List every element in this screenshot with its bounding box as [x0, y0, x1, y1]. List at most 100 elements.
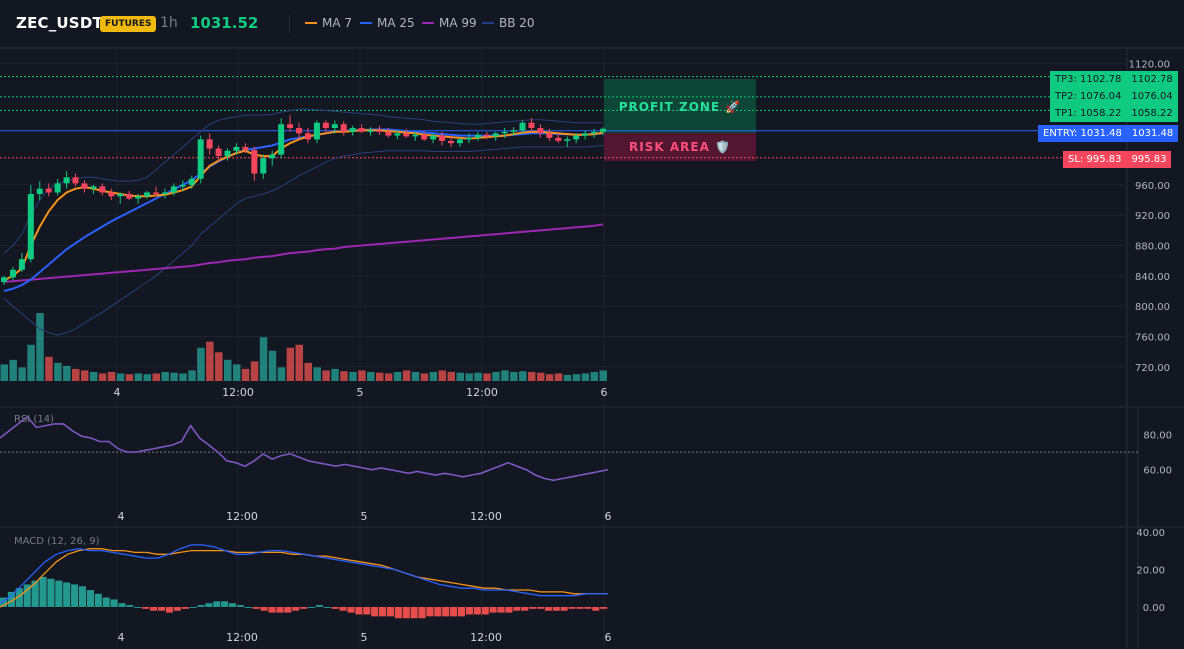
macd-hist-bar [165, 606, 173, 613]
risk-area-label: RISK AREA 🛡️ [629, 140, 731, 154]
candle-body [394, 133, 401, 136]
macd-hist-bar [236, 605, 244, 607]
candle-body [385, 131, 392, 136]
time-tick-label: 12:00 [470, 631, 502, 644]
candle-body [206, 139, 213, 149]
macd-hist-bar [86, 590, 94, 607]
time-tick-label: 12:00 [226, 631, 258, 644]
candle-body [367, 130, 374, 132]
price-tick-label: 920.00 [1135, 211, 1170, 222]
macd-hist-bar [47, 578, 55, 607]
volume-bar [197, 347, 205, 381]
rsi-tick-label: 60.00 [1143, 466, 1172, 477]
candle-body [474, 134, 481, 138]
candle-body [54, 183, 61, 193]
candle-body [36, 188, 43, 194]
candle-body [179, 184, 186, 187]
volume-bar [393, 371, 402, 381]
candle-body [161, 192, 168, 194]
sl-tag: SL: 995.83 995.83 [1063, 151, 1172, 168]
macd-hist-bar [323, 606, 331, 608]
volume-bar [456, 372, 464, 381]
candle-body [251, 150, 258, 174]
volume-bar [447, 371, 456, 381]
candle-body [600, 128, 606, 132]
candle-body [573, 135, 580, 140]
price-tick-label: 760.00 [1135, 333, 1170, 344]
candle-body [224, 150, 231, 157]
candle-body [117, 193, 124, 197]
tp3-tag: TP3: 1102.78 1102.78 [1050, 71, 1178, 88]
volume-bar [384, 373, 393, 381]
volume-bar [27, 344, 35, 381]
entry-tag: ENTRY: 1031.48 1031.48 [1038, 125, 1179, 142]
time-tick-label: 12:00 [466, 386, 498, 399]
macd-hist-bar [307, 606, 316, 608]
volume-bar [581, 373, 590, 381]
time-tick-label: 5 [361, 510, 368, 523]
volume-bar [411, 371, 420, 381]
volume-bar [375, 372, 384, 381]
volume-bar [286, 347, 295, 381]
volume-bar [170, 372, 178, 381]
macd-hist-bar [244, 606, 252, 608]
candle-body [45, 188, 52, 193]
macd-hist-bar [410, 606, 418, 619]
volume-bar [599, 370, 607, 381]
time-tick-label: 4 [114, 386, 121, 399]
candle-body [72, 177, 79, 184]
candle-body [63, 177, 70, 184]
volume-bar [358, 370, 366, 381]
candle-body [170, 186, 177, 193]
candle-body [9, 269, 16, 278]
macd-hist-bar [221, 601, 229, 607]
macd-hist-bar [363, 606, 371, 615]
candle-body [582, 133, 589, 136]
macd-hist-bar [457, 606, 466, 617]
candle-body [546, 133, 553, 138]
macd-hist-bar [552, 606, 560, 611]
volume-bar [501, 370, 509, 381]
chart-canvas[interactable]: 1120.00 960.00 920.00 880.00 840.00 800.00 760… [0, 0, 1184, 649]
ma99-line [3, 223, 604, 283]
macd-hist-bar [394, 606, 402, 619]
macd-hist-bar [150, 606, 158, 611]
macd-hist-bar [276, 606, 284, 613]
rsi-line [0, 415, 609, 482]
macd-hist-bar [371, 606, 379, 617]
macd-hist-bar [505, 606, 513, 613]
macd-hist-bar [213, 601, 221, 607]
volume-bar [224, 359, 232, 381]
volume-bar [536, 372, 545, 381]
price-tick-label: 840.00 [1135, 272, 1170, 283]
macd-hist-bar [481, 606, 489, 615]
volume-bar [72, 368, 80, 381]
volume-bar [402, 370, 411, 381]
macd-hist-bar [473, 606, 481, 615]
volume-bar [331, 368, 339, 381]
macd-hist-bar [442, 606, 450, 617]
candle-body [215, 148, 222, 157]
volume-bar [179, 373, 187, 381]
candle-body [519, 122, 526, 131]
macd-hist-bar [118, 603, 126, 607]
candle-body [456, 139, 463, 144]
macd-hist-bar [386, 606, 395, 617]
macd-hist-bar [157, 606, 166, 611]
volume-bar [510, 371, 518, 381]
time-tick-label: 4 [118, 510, 125, 523]
volume-bar [250, 361, 259, 381]
volume-bar [188, 370, 196, 381]
volume-bar [429, 371, 438, 381]
volume-bar [295, 344, 304, 381]
candle-body [501, 131, 508, 134]
price-tick-label: 720.00 [1135, 363, 1170, 374]
macd-hist-bar [142, 606, 150, 609]
macd-hist-bar [189, 606, 197, 608]
candle-body [304, 133, 311, 140]
macd-hist-bar [418, 606, 426, 619]
candle-body [18, 259, 25, 270]
volume-bar [134, 373, 143, 381]
profit-zone-label: PROFIT ZONE 🚀 [618, 100, 742, 114]
macd-hist-bar [94, 593, 102, 607]
